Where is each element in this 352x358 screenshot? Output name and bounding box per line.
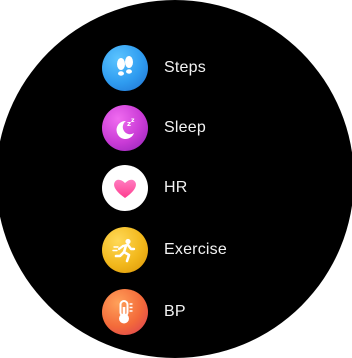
menu-item-exercise[interactable]: Exercise — [102, 225, 227, 275]
watch-face: Steps z z Sleep HR Exercise BP — [0, 0, 352, 358]
menu-item-label: Exercise — [164, 241, 227, 258]
menu-item-label: BP — [164, 303, 186, 320]
app-menu-list: Steps z z Sleep HR Exercise BP — [0, 0, 352, 358]
menu-item-steps[interactable]: Steps — [102, 43, 206, 93]
runner-icon — [102, 227, 148, 273]
moon-zz-icon: z z — [102, 105, 148, 151]
heart-icon — [102, 165, 148, 211]
thermometer-icon — [102, 289, 148, 335]
menu-item-bp[interactable]: BP — [102, 287, 186, 337]
svg-text:z: z — [131, 117, 135, 124]
menu-item-sleep[interactable]: z z Sleep — [102, 103, 206, 153]
menu-item-hr[interactable]: HR — [102, 163, 188, 213]
menu-item-label: Sleep — [164, 119, 206, 136]
menu-item-label: HR — [164, 179, 188, 196]
footprints-icon — [102, 45, 148, 91]
menu-item-label: Steps — [164, 59, 206, 76]
